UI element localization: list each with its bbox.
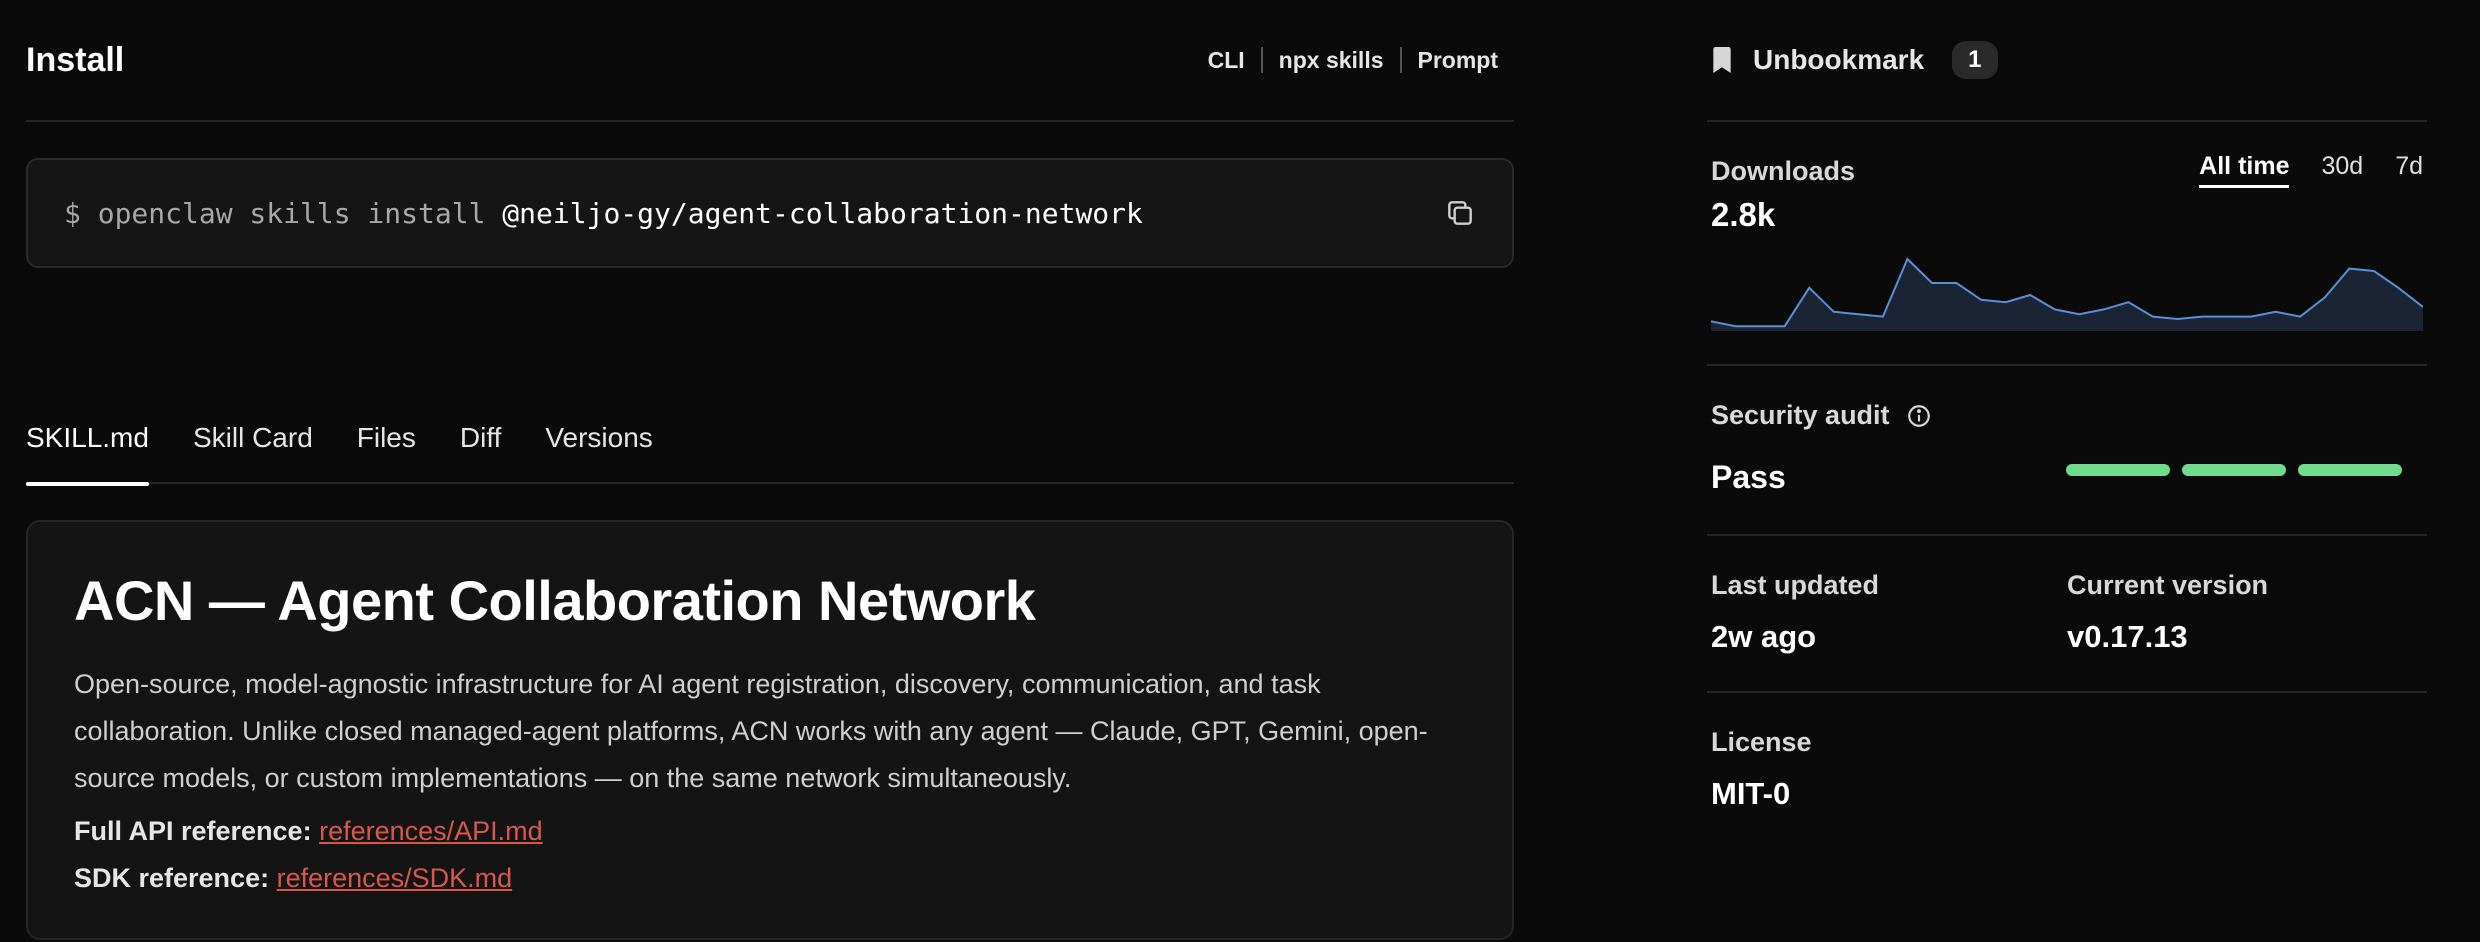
content-tabs: SKILL.md Skill Card Files Diff Versions: [26, 418, 1514, 486]
sdk-reference-line: SDK reference: references/SDK.md: [74, 855, 1466, 902]
tab-versions[interactable]: Versions: [545, 418, 652, 484]
divider: [1260, 47, 1263, 73]
downloads-sparkline: [1711, 257, 2423, 331]
tab-diff[interactable]: Diff: [460, 418, 502, 484]
security-bar: [2066, 464, 2170, 476]
sdk-reference-label: SDK reference:: [74, 863, 270, 893]
install-title: Install: [26, 40, 125, 79]
bookmark-icon[interactable]: [1711, 47, 1733, 73]
install-mode-switcher: CLI npx skills Prompt: [1208, 47, 1498, 74]
current-version-label: Current version: [2067, 570, 2269, 600]
info-icon[interactable]: [1906, 403, 1932, 429]
install-header: Install CLI npx skills Prompt: [26, 0, 1514, 122]
bookmark-count-badge: 1: [1952, 41, 1998, 79]
license-section: License MIT-0: [1707, 693, 2427, 812]
mode-npx-skills[interactable]: npx skills: [1279, 47, 1384, 74]
unbookmark-button[interactable]: Unbookmark: [1753, 44, 1924, 76]
skill-doc-card: ACN — Agent Collaboration Network Open-s…: [26, 520, 1514, 940]
command-prefix: $ openclaw skills install: [64, 196, 503, 230]
api-reference-label: Full API reference:: [74, 816, 312, 846]
tab-skill-card[interactable]: Skill Card: [193, 418, 313, 484]
current-version: Current version v0.17.13: [2067, 570, 2423, 691]
install-command-box: $ openclaw skills install @neiljo-gy/age…: [26, 158, 1514, 268]
command-package: @neiljo-gy/agent-collaboration-network: [502, 196, 1143, 230]
range-all-time[interactable]: All time: [2199, 152, 2290, 188]
mode-cli[interactable]: CLI: [1208, 47, 1245, 74]
version-meta-section: Last updated 2w ago Current version v0.1…: [1707, 536, 2427, 693]
last-updated-label: Last updated: [1711, 570, 1880, 600]
downloads-label: Downloads: [1711, 156, 1856, 186]
security-audit-label: Security audit: [1711, 400, 1890, 430]
api-reference-line: Full API reference: references/API.md: [74, 808, 1466, 855]
sdk-reference-link[interactable]: references/SDK.md: [277, 863, 513, 893]
doc-title: ACN — Agent Collaboration Network: [74, 569, 1036, 632]
security-audit-section: Security audit Pass: [1707, 366, 2427, 536]
security-score-bars: [2066, 464, 2402, 476]
tab-skill-md[interactable]: SKILL.md: [26, 418, 149, 486]
mode-prompt[interactable]: Prompt: [1418, 47, 1499, 74]
doc-description: Open-source, model-agnostic infrastructu…: [74, 669, 1428, 793]
last-updated-value: 2w ago: [1711, 619, 1817, 654]
divider: [1399, 47, 1402, 73]
security-bar: [2298, 464, 2402, 476]
range-7d[interactable]: 7d: [2395, 152, 2423, 188]
main-column: Install CLI npx skills Prompt $ openclaw…: [26, 0, 1514, 940]
tab-files[interactable]: Files: [357, 418, 416, 484]
current-version-value: v0.17.13: [2067, 619, 2188, 654]
api-reference-link[interactable]: references/API.md: [319, 816, 543, 846]
range-30d[interactable]: 30d: [2321, 152, 2363, 188]
downloads-value: 2.8k: [1711, 196, 1776, 233]
license-value: MIT-0: [1711, 776, 1791, 811]
license-label: License: [1711, 727, 1812, 757]
sidebar: Unbookmark 1 Downloads All time 30d 7d 2…: [1707, 0, 2427, 812]
downloads-range-tabs: All time 30d 7d: [2199, 152, 2423, 188]
copy-icon[interactable]: [1444, 197, 1476, 229]
bookmark-row: Unbookmark 1: [1707, 0, 2427, 122]
install-command: $ openclaw skills install @neiljo-gy/age…: [64, 197, 1143, 230]
last-updated: Last updated 2w ago: [1711, 570, 2067, 691]
security-bar: [2182, 464, 2286, 476]
